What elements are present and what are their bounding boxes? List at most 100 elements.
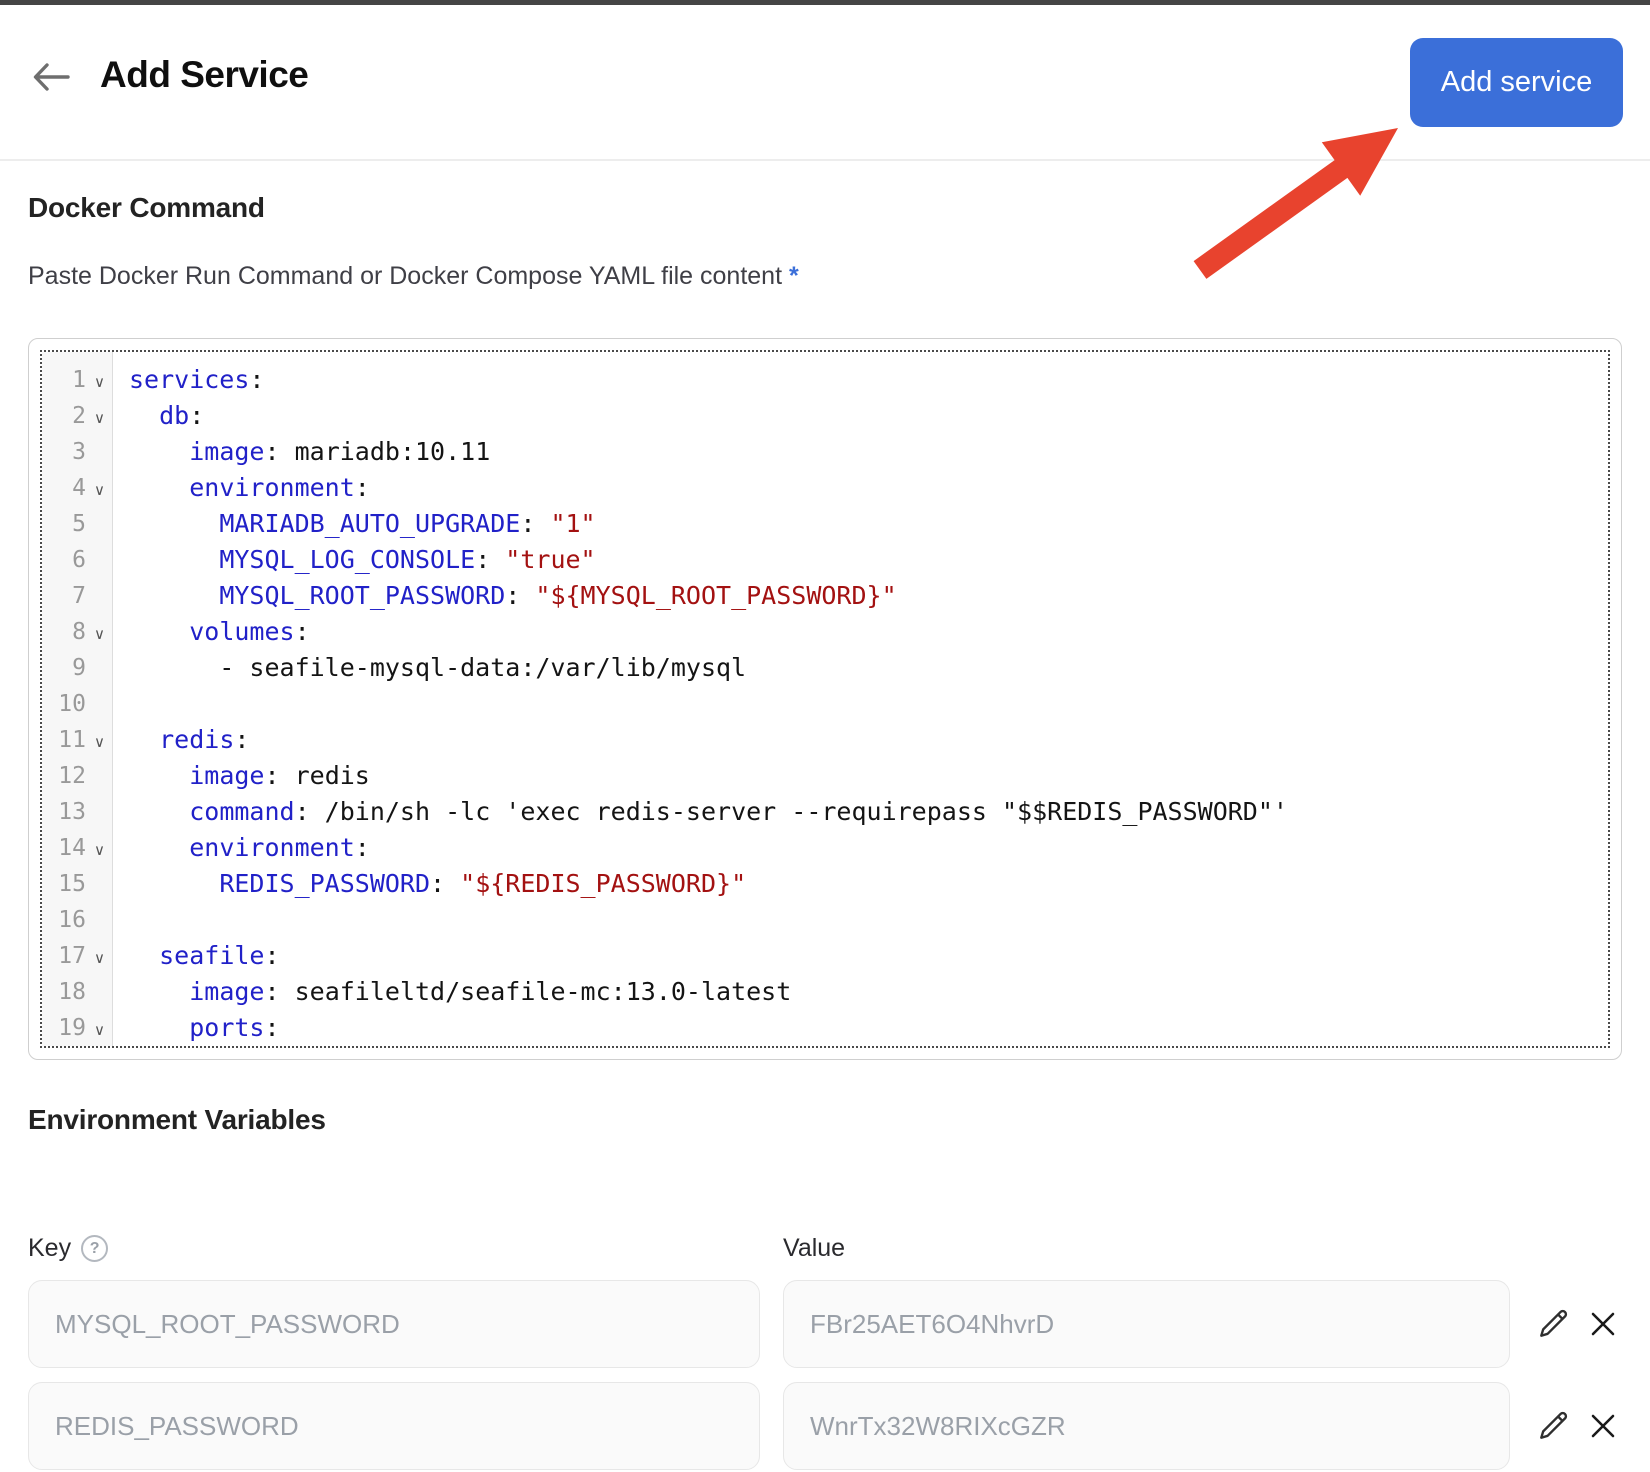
code-line: 9 - seafile-mysql-data:/var/lib/mysql xyxy=(42,650,1608,686)
chevron-down-icon xyxy=(86,542,113,578)
line-number: 10 xyxy=(42,686,86,722)
remove-variable-button[interactable] xyxy=(1582,1406,1624,1448)
code-line: 2∨ db: xyxy=(42,398,1608,434)
code-line: 19∨ ports: xyxy=(42,1010,1608,1046)
line-number: 2 xyxy=(42,398,86,434)
chevron-down-icon[interactable]: ∨ xyxy=(86,1010,113,1046)
code-line: 12 image: redis xyxy=(42,758,1608,794)
code-text: environment: xyxy=(113,830,370,866)
line-number: 17 xyxy=(42,938,86,974)
line-number: 3 xyxy=(42,434,86,470)
add-service-button[interactable]: Add service xyxy=(1410,38,1623,127)
code-text: volumes: xyxy=(113,614,310,650)
edit-value-button[interactable] xyxy=(1532,1304,1574,1346)
chevron-down-icon[interactable]: ∨ xyxy=(86,830,113,866)
line-number: 12 xyxy=(42,758,86,794)
remove-variable-button[interactable] xyxy=(1582,1304,1624,1346)
red-arrow-shape xyxy=(1194,128,1398,279)
x-icon xyxy=(1586,1409,1620,1446)
docker-compose-editor[interactable]: 1∨services:2∨ db:3 image: mariadb:10.114… xyxy=(28,338,1622,1060)
env-key-input[interactable] xyxy=(28,1382,760,1470)
chevron-down-icon xyxy=(86,974,113,1010)
editor-inner[interactable]: 1∨services:2∨ db:3 image: mariadb:10.114… xyxy=(40,350,1610,1048)
chevron-down-icon xyxy=(86,794,113,830)
code-text: REDIS_PASSWORD: "${REDIS_PASSWORD}" xyxy=(113,866,746,902)
env-variable-rows xyxy=(0,1280,1650,1472)
question-circle-icon[interactable]: ? xyxy=(81,1235,108,1262)
code-text: db: xyxy=(113,398,204,434)
code-line: 8∨ volumes: xyxy=(42,614,1608,650)
line-number: 8 xyxy=(42,614,86,650)
chevron-down-icon[interactable]: ∨ xyxy=(86,362,113,398)
line-number: 5 xyxy=(42,506,86,542)
chevron-down-icon[interactable]: ∨ xyxy=(86,614,113,650)
code-text: environment: xyxy=(113,470,370,506)
paste-command-label-text: Paste Docker Run Command or Docker Compo… xyxy=(28,262,782,290)
code-line: 3 image: mariadb:10.11 xyxy=(42,434,1608,470)
code-line: 1∨services: xyxy=(42,362,1608,398)
window-top-bar xyxy=(0,0,1650,5)
line-number: 1 xyxy=(42,362,86,398)
chevron-down-icon xyxy=(86,758,113,794)
line-number: 13 xyxy=(42,794,86,830)
add-service-page: Add Service Add service Docker Command P… xyxy=(0,0,1650,1472)
chevron-down-icon[interactable]: ∨ xyxy=(86,938,113,974)
line-number: 7 xyxy=(42,578,86,614)
line-number: 16 xyxy=(42,902,86,938)
env-value-input[interactable] xyxy=(783,1382,1510,1470)
code-text: MARIADB_AUTO_UPGRADE: "1" xyxy=(113,506,596,542)
code-text: - seafile-mysql-data:/var/lib/mysql xyxy=(113,650,746,686)
chevron-down-icon[interactable]: ∨ xyxy=(86,722,113,758)
code-text: MYSQL_LOG_CONSOLE: "true" xyxy=(113,542,596,578)
pencil-icon xyxy=(1534,1407,1572,1448)
code-line: 6 MYSQL_LOG_CONSOLE: "true" xyxy=(42,542,1608,578)
code-line: 11∨ redis: xyxy=(42,722,1608,758)
red-arrow xyxy=(1140,108,1410,298)
line-number: 9 xyxy=(42,650,86,686)
code-text: image: mariadb:10.11 xyxy=(113,434,490,470)
header-divider xyxy=(0,159,1650,161)
chevron-down-icon xyxy=(86,506,113,542)
chevron-down-icon[interactable]: ∨ xyxy=(86,398,113,434)
code-text: seafile: xyxy=(113,938,280,974)
code-lines: 1∨services:2∨ db:3 image: mariadb:10.114… xyxy=(42,352,1608,1046)
env-variable-row xyxy=(0,1382,1650,1470)
arrow-left-icon xyxy=(30,85,74,100)
line-number: 18 xyxy=(42,974,86,1010)
key-label-text: Key xyxy=(28,1234,71,1263)
code-line: 5 MARIADB_AUTO_UPGRADE: "1" xyxy=(42,506,1608,542)
code-text: image: redis xyxy=(113,758,370,794)
line-number: 4 xyxy=(42,470,86,506)
code-line: 17∨ seafile: xyxy=(42,938,1608,974)
env-key-input[interactable] xyxy=(28,1280,760,1368)
key-column-label: Key ? xyxy=(28,1234,108,1263)
page-title: Add Service xyxy=(100,54,308,96)
code-line: 7 MYSQL_ROOT_PASSWORD: "${MYSQL_ROOT_PAS… xyxy=(42,578,1608,614)
chevron-down-icon xyxy=(86,866,113,902)
paste-command-label: Paste Docker Run Command or Docker Compo… xyxy=(28,262,799,291)
chevron-down-icon xyxy=(86,434,113,470)
back-button[interactable] xyxy=(28,56,76,100)
edit-value-button[interactable] xyxy=(1532,1406,1574,1448)
code-text xyxy=(113,686,129,722)
line-number: 19 xyxy=(42,1010,86,1046)
code-line: 4∨ environment: xyxy=(42,470,1608,506)
chevron-down-icon xyxy=(86,686,113,722)
code-line: 13 command: /bin/sh -lc 'exec redis-serv… xyxy=(42,794,1608,830)
line-number: 14 xyxy=(42,830,86,866)
required-asterisk: * xyxy=(789,262,799,290)
code-text: image: seafileltd/seafile-mc:13.0-latest xyxy=(113,974,791,1010)
docker-command-heading: Docker Command xyxy=(28,192,265,224)
code-line: 14∨ environment: xyxy=(42,830,1608,866)
line-number: 11 xyxy=(42,722,86,758)
pencil-icon xyxy=(1534,1305,1572,1346)
code-line: 18 image: seafileltd/seafile-mc:13.0-lat… xyxy=(42,974,1608,1010)
code-text xyxy=(113,902,129,938)
code-text: services: xyxy=(113,362,264,398)
chevron-down-icon[interactable]: ∨ xyxy=(86,470,113,506)
code-text: ports: xyxy=(113,1010,280,1046)
value-label-text: Value xyxy=(783,1234,845,1263)
env-value-input[interactable] xyxy=(783,1280,1510,1368)
chevron-down-icon xyxy=(86,650,113,686)
code-text: redis: xyxy=(113,722,249,758)
